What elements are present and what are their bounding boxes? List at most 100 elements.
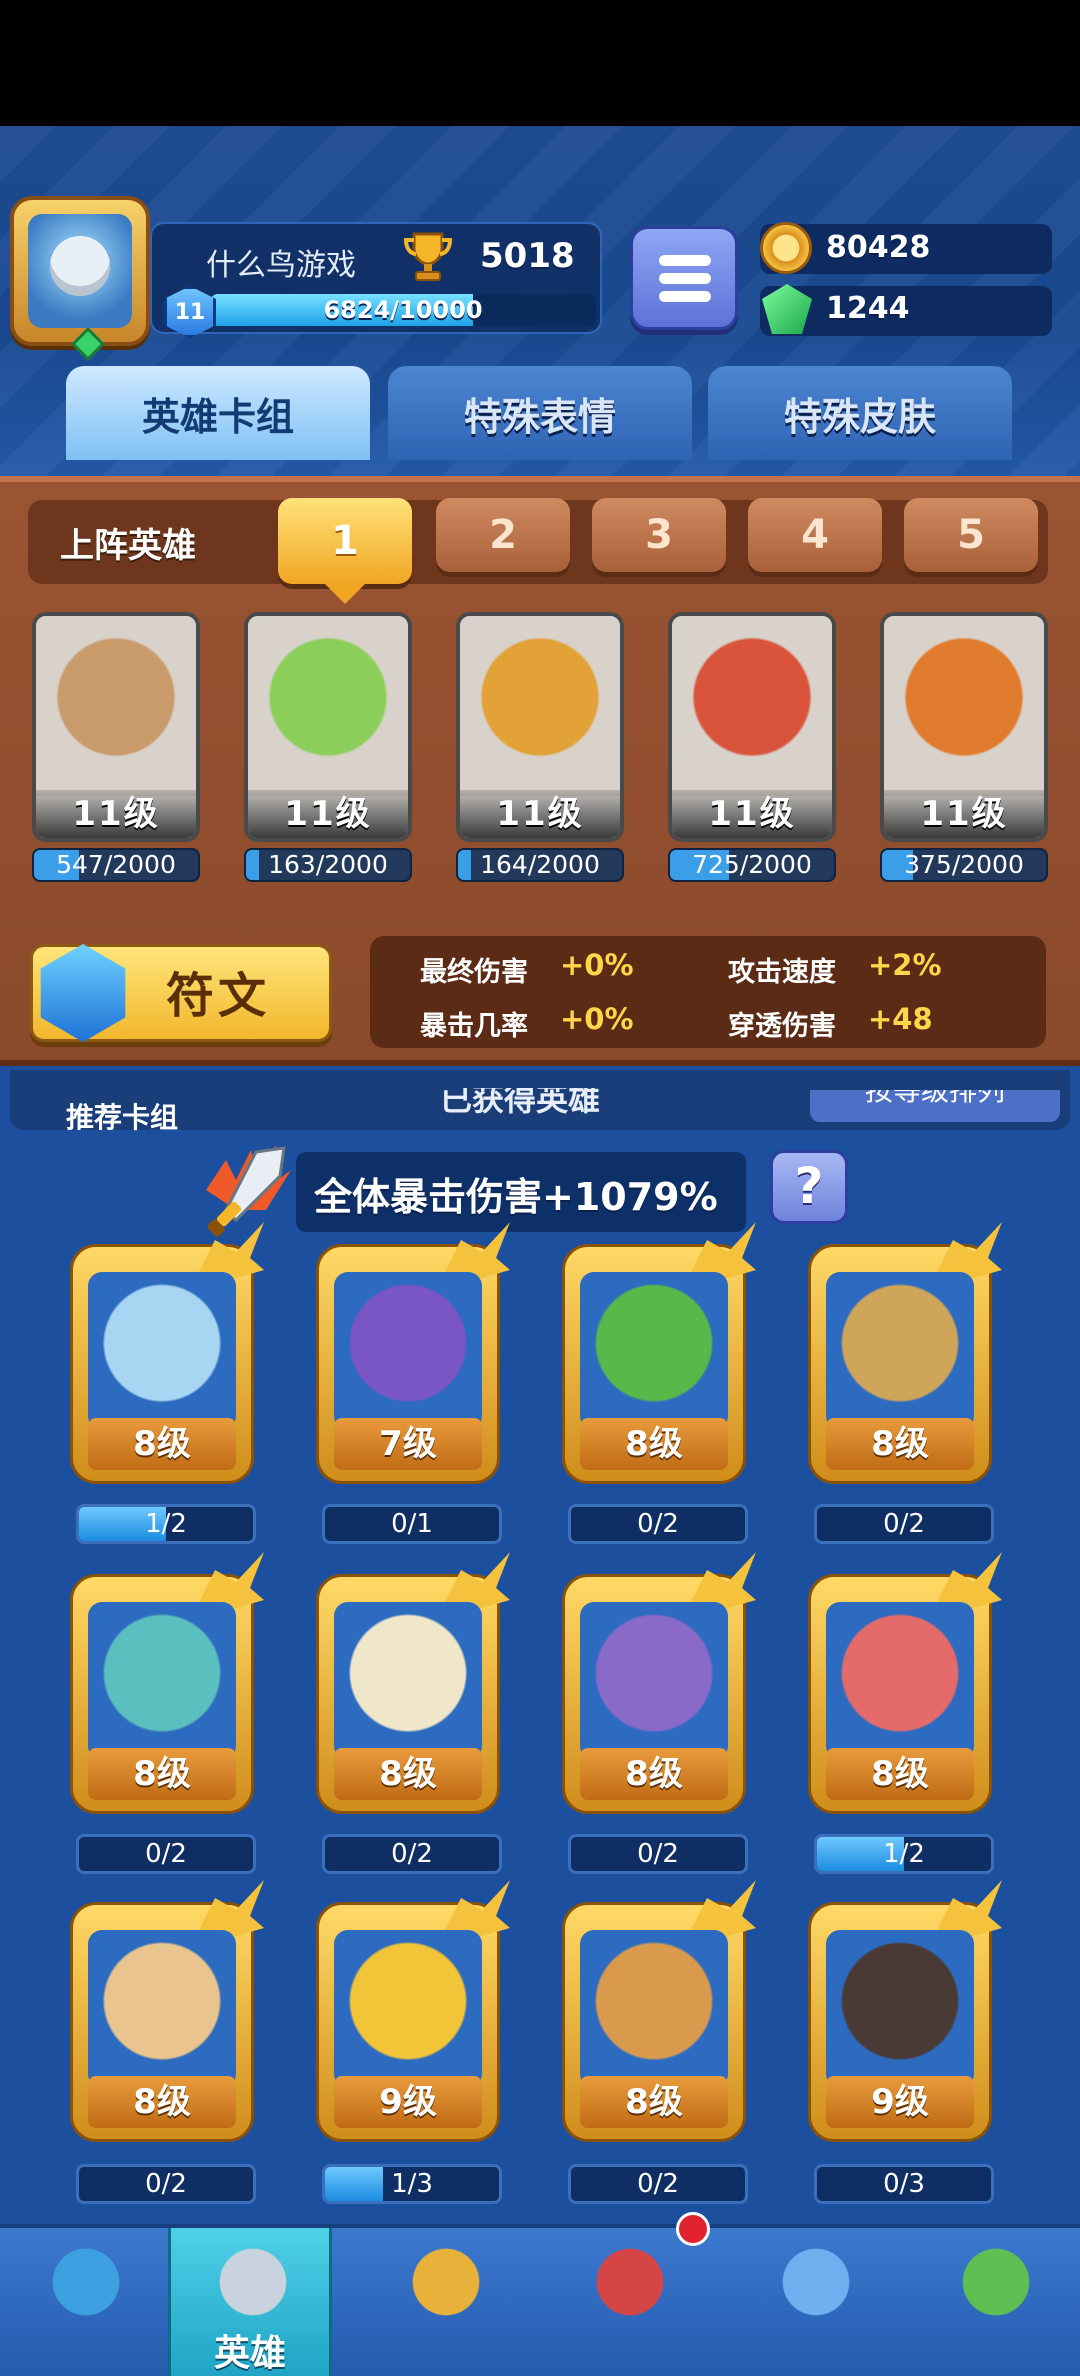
nav-item-treasure-chest[interactable] [4, 2228, 168, 2376]
owned-hero-progress-text: 0/2 [883, 1509, 925, 1539]
owned-hero-progress-text: 1/2 [145, 1509, 187, 1539]
nav-item-guild-banner[interactable] [734, 2228, 898, 2376]
hero-monocle-gentleman-icon [826, 1602, 974, 1760]
owned-hero-progress: 1/2 [76, 1504, 256, 1544]
player-name: 什么鸟游戏 [206, 248, 356, 283]
menu-button[interactable] [630, 226, 738, 330]
owned-hero-level: 8级 [580, 1418, 728, 1470]
owned-hero-card[interactable]: 8级 [800, 1222, 1002, 1486]
owned-hero-card[interactable]: 7级 [308, 1222, 510, 1486]
deck-hero-level: 11级 [884, 790, 1044, 838]
nav-item-knight-helmet[interactable]: 英雄 [168, 2228, 332, 2376]
owned-hero-card[interactable]: 8级 [308, 1552, 510, 1816]
deck-hero-progress: 375/2000 [880, 848, 1048, 882]
menu-line-icon [659, 291, 711, 302]
owned-hero-card[interactable]: 8级 [62, 1222, 264, 1486]
tab-hero-deck[interactable]: 英雄卡组 [66, 366, 370, 460]
nav-item-crossed-swords[interactable] [364, 2228, 528, 2376]
owned-hero-level: 8级 [580, 1748, 728, 1800]
deck-hero-card[interactable]: 11级 [880, 612, 1048, 842]
owned-hero-level: 8级 [826, 1418, 974, 1470]
owned-hero-progress: 0/2 [814, 1504, 994, 1544]
help-button[interactable]: ? [770, 1150, 848, 1224]
deck-hero-progress-text: 375/2000 [904, 850, 1024, 879]
deck-hero-progress-text: 164/2000 [480, 850, 600, 879]
tab-special-emotes[interactable]: 特殊表情 [388, 366, 692, 460]
owned-hero-card[interactable]: 8级 [62, 1552, 264, 1816]
hero-tiki-warrior-icon [460, 616, 620, 796]
deck-hero-level: 11级 [672, 790, 832, 838]
coin-count: 80428 [826, 230, 931, 265]
lineup-slot-4[interactable]: 4 [748, 498, 882, 572]
hero-lava-golem-icon [826, 1930, 974, 2088]
owned-hero-progress-text: 0/2 [637, 2169, 679, 2199]
avatar[interactable] [10, 196, 150, 361]
owned-hero-progress-text: 1/2 [883, 1839, 925, 1869]
hero-rock-golem-icon [36, 616, 196, 796]
deck-hero-progress: 164/2000 [456, 848, 624, 882]
deck-hero-progress: 547/2000 [32, 848, 200, 882]
owned-hero-card[interactable]: 8级 [62, 1880, 264, 2144]
owned-hero-card[interactable]: 9级 [308, 1880, 510, 2144]
treasure-chest-icon [46, 2246, 126, 2326]
gem-count: 1244 [826, 291, 910, 326]
sprout-island-icon [956, 2246, 1036, 2326]
owned-hero-progress-text: 0/2 [145, 1839, 187, 1869]
owned-hero-progress-text: 1/3 [391, 2169, 433, 2199]
owned-hero-progress: 0/2 [76, 1834, 256, 1874]
owned-hero-progress: 0/3 [814, 2164, 994, 2204]
tab-special-skins[interactable]: 特殊皮肤 [708, 366, 1012, 460]
notification-badge [676, 2212, 710, 2246]
coin-icon [760, 222, 812, 274]
owned-hero-progress-text: 0/1 [391, 1509, 433, 1539]
owned-hero-level: 8级 [826, 1748, 974, 1800]
lineup-slot-5[interactable]: 5 [904, 498, 1038, 572]
owned-hero-progress: 0/1 [322, 1504, 502, 1544]
owned-hero-progress: 0/2 [568, 1504, 748, 1544]
owned-hero-level: 9级 [334, 2076, 482, 2128]
owned-hero-progress-text: 0/2 [145, 2169, 187, 2199]
owned-hero-card[interactable]: 8级 [554, 1222, 756, 1486]
stat-value-attack-speed: +2% [868, 948, 942, 982]
owned-hero-card[interactable]: 8级 [554, 1880, 756, 2144]
nav-item-sprout-island[interactable] [914, 2228, 1078, 2376]
nav-item-crown-shield[interactable] [548, 2228, 712, 2376]
stat-value-final-damage: +0% [560, 948, 634, 982]
owned-hero-card[interactable]: 8级 [800, 1552, 1002, 1816]
owned-hero-progress: 0/2 [76, 2164, 256, 2204]
owned-hero-card[interactable]: 8级 [554, 1552, 756, 1816]
nav-label: 英雄 [213, 2333, 286, 2374]
deck-hero-card[interactable]: 11级 [456, 612, 624, 842]
owned-hero-level: 8级 [88, 1748, 236, 1800]
hero-hooded-archer-icon [248, 616, 408, 796]
owned-hero-progress-text: 0/2 [637, 1509, 679, 1539]
trophy-icon [403, 232, 453, 281]
deck-hero-progress-text: 547/2000 [56, 850, 176, 879]
hero-yeti-icon [88, 1272, 236, 1430]
deck-hero-card[interactable]: 11级 [244, 612, 412, 842]
owned-hero-level: 7级 [334, 1418, 482, 1470]
deck-hero-card[interactable]: 11级 [668, 612, 836, 842]
owned-hero-card[interactable]: 9级 [800, 1880, 1002, 2144]
deck-hero-level: 11级 [36, 790, 196, 838]
deck-hero-progress-text: 725/2000 [692, 850, 812, 879]
owned-hero-progress: 1/3 [322, 2164, 502, 2204]
owned-hero-progress-text: 0/3 [883, 2169, 925, 2199]
owned-hero-level: 8级 [334, 1748, 482, 1800]
recommended-deck-button[interactable]: 推荐卡组 [66, 1096, 178, 1136]
lineup-slot-2[interactable]: 2 [436, 498, 570, 572]
hero-octopus-pirate-icon [580, 1602, 728, 1760]
crossed-swords-icon [406, 2246, 486, 2326]
guild-banner-icon [776, 2246, 856, 2326]
owned-hero-progress: 0/2 [568, 2164, 748, 2204]
stat-label-pierce-damage: 穿透伤害 [728, 1011, 836, 1042]
lineup-slot-1[interactable]: 1 [278, 498, 412, 604]
deck-hero-progress: 725/2000 [668, 848, 836, 882]
xp-text: 6824/10000 [323, 296, 483, 324]
lineup-slot-3[interactable]: 3 [592, 498, 726, 572]
stat-label-crit-rate: 暴击几率 [420, 1011, 528, 1042]
hero-knight-gunner-icon [884, 616, 1044, 796]
trophy-count: 5018 [480, 236, 575, 276]
stat-label-final-damage: 最终伤害 [420, 957, 528, 988]
deck-hero-card[interactable]: 11级 [32, 612, 200, 842]
